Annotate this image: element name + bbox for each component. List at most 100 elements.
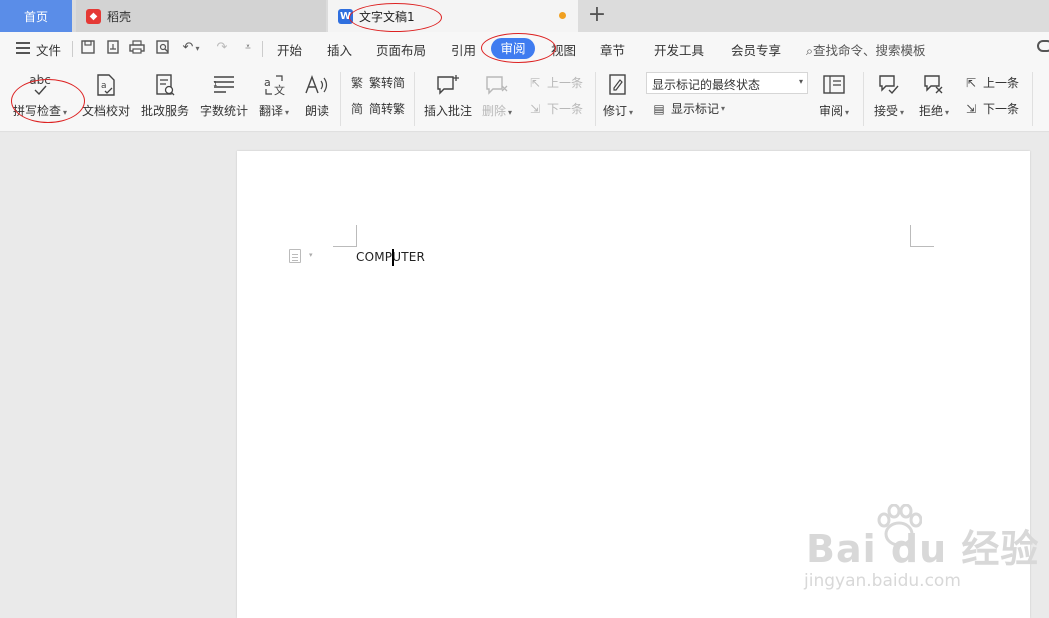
export-pdf-icon[interactable] [105, 40, 121, 56]
tab-daoke[interactable]: ◆ 稻壳 [76, 0, 326, 32]
paragraph-handle-icon[interactable] [289, 249, 301, 263]
divider [414, 72, 415, 126]
read-aloud-icon [304, 72, 330, 98]
doc-proofread-icon: a [93, 72, 119, 98]
menu-item-references[interactable]: 引用 [451, 40, 476, 59]
simp-to-trad-label: 简转繁 [369, 102, 406, 116]
review-pane-button[interactable]: 审阅 ▾ [819, 72, 849, 119]
read-aloud-button[interactable]: 朗读 [304, 72, 330, 119]
chevron-down-icon: ▾ [845, 108, 850, 117]
menu-item-chapter[interactable]: 章节 [600, 40, 625, 59]
next-comment-button[interactable]: ⇲ 下一条 [527, 100, 583, 117]
review-service-icon [152, 72, 178, 98]
divider [1032, 72, 1033, 126]
word-count-label: 字数统计 [200, 104, 249, 118]
svg-text:a: a [101, 81, 107, 91]
doc-proofread-button[interactable]: a 文档校对 [82, 72, 130, 119]
read-aloud-label: 朗读 [304, 104, 329, 118]
accept-button[interactable]: 接受 ▾ [874, 72, 904, 119]
insert-comment-button[interactable]: 插入批注 [424, 72, 472, 119]
prev-comment-label: 上一条 [547, 76, 584, 90]
menu-item-start[interactable]: 开始 [277, 40, 302, 59]
text-cursor [392, 249, 394, 266]
tab-home[interactable]: 首页 [0, 0, 72, 32]
review-service-button[interactable]: 批改服务 [141, 72, 189, 119]
insert-comment-icon [435, 72, 461, 98]
next-change-icon: ⇲ [965, 101, 977, 116]
command-search[interactable]: ⌕查找命令、搜索模板 [806, 40, 926, 59]
delete-comment-button[interactable]: 删除 ▾ [482, 72, 512, 119]
reject-icon [921, 72, 947, 98]
chevron-down-icon: ▾ [629, 108, 634, 117]
next-change-button[interactable]: ⇲ 下一条 [963, 100, 1019, 117]
watermark-url: jingyan.baidu.com [804, 571, 961, 591]
file-menu[interactable]: 文件 [36, 40, 61, 59]
tab-home-label: 首页 [23, 9, 48, 24]
menu-hamburger-icon[interactable] [16, 42, 30, 54]
translate-button[interactable]: a文 翻译 ▾ [259, 72, 289, 119]
word-count-icon: 1 [211, 72, 237, 98]
tab-daoke-label: 稻壳 [107, 9, 132, 24]
trad-to-simp-button[interactable]: 繁繁转简 [349, 74, 405, 91]
search-icon: ⌕ [806, 43, 814, 58]
review-tab-annotation [481, 33, 556, 63]
customize-toolbar-icon[interactable]: ⩡ [240, 40, 256, 56]
divider [595, 72, 596, 126]
prev-comment-button[interactable]: ⇱ 上一条 [527, 74, 583, 91]
markup-state-select[interactable]: 显示标记的最终状态 ▾ [646, 72, 808, 94]
menu-item-member[interactable]: 会员专享 [731, 40, 781, 59]
tab-bar: 首页 ◆ 稻壳 W 文字文稿1 + [0, 0, 1049, 32]
chevron-down-icon: ▾ [945, 108, 950, 117]
chevron-down-icon: ▾ [798, 77, 803, 86]
next-change-label: 下一条 [983, 102, 1020, 116]
review-pane-label: 审阅 [819, 104, 844, 118]
insert-comment-label: 插入批注 [424, 104, 473, 118]
chevron-down-icon: ▾ [285, 108, 290, 117]
accept-label: 接受 [874, 104, 899, 118]
simp-to-trad-button[interactable]: 简简转繁 [349, 100, 405, 117]
menu-item-insert[interactable]: 插入 [327, 40, 352, 59]
review-service-label: 批改服务 [141, 104, 190, 118]
margin-corner-top-right [910, 225, 934, 247]
word-count-button[interactable]: 1 字数统计 [200, 72, 248, 119]
redo-icon[interactable]: ↷ [214, 40, 230, 56]
prev-change-icon: ⇱ [965, 75, 977, 90]
chevron-down-icon: ▾ [508, 108, 513, 117]
trad-to-simp-label: 繁转简 [369, 76, 406, 90]
reject-button[interactable]: 拒绝 ▾ [919, 72, 949, 119]
chevron-down-icon[interactable]: ▾ [309, 251, 313, 259]
print-preview-icon[interactable] [155, 40, 171, 56]
menu-item-page-layout[interactable]: 页面布局 [376, 40, 426, 59]
save-icon[interactable] [80, 40, 96, 56]
track-changes-label: 修订 [603, 104, 628, 118]
spell-check-annotation [11, 79, 85, 123]
prev-comment-icon: ⇱ [529, 75, 541, 90]
print-icon[interactable] [129, 40, 145, 56]
translate-label: 翻译 [259, 104, 284, 118]
divider [72, 41, 73, 57]
prev-change-button[interactable]: ⇱ 上一条 [963, 74, 1019, 91]
document-text[interactable]: COMPUTER [356, 250, 425, 264]
delete-comment-icon [484, 72, 510, 98]
svg-text:文: 文 [274, 83, 285, 97]
prev-change-label: 上一条 [983, 76, 1020, 90]
unsaved-indicator-icon [559, 12, 566, 19]
cloud-icon[interactable] [1037, 40, 1049, 52]
svg-text:a: a [264, 76, 271, 89]
daoke-logo-icon: ◆ [86, 8, 101, 24]
undo-icon[interactable]: ↶ ▾ [180, 40, 202, 56]
new-tab-button[interactable]: + [586, 2, 608, 28]
accept-icon [876, 72, 902, 98]
show-markup-button[interactable]: ▤ 显示标记 ▾ [651, 100, 725, 117]
track-changes-button[interactable]: 修订 ▾ [603, 72, 633, 119]
reject-label: 拒绝 [919, 104, 944, 118]
next-comment-label: 下一条 [547, 102, 584, 116]
delete-comment-label: 删除 [482, 104, 507, 118]
review-pane-icon [821, 72, 847, 98]
show-markup-icon: ▤ [653, 101, 665, 116]
margin-corner-top-left [333, 225, 357, 247]
watermark-logo-text: Bai du 经验 [806, 527, 1040, 571]
menu-item-developer[interactable]: 开发工具 [654, 40, 704, 59]
track-changes-icon [605, 72, 631, 98]
simp-to-trad-icon: 简 [350, 102, 363, 116]
